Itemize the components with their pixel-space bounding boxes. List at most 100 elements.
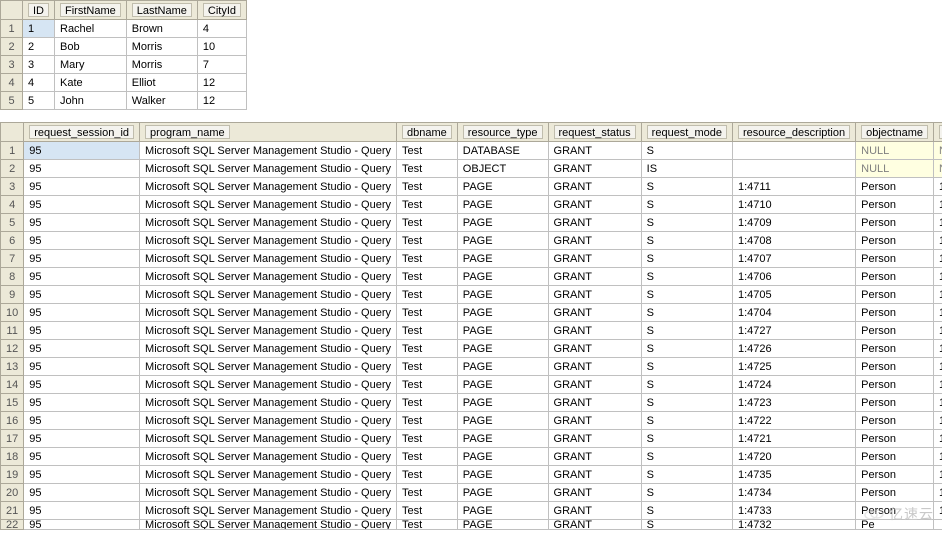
cell-request_session_id[interactable]: 95 bbox=[24, 394, 140, 412]
cell-request_mode[interactable]: S bbox=[641, 484, 732, 502]
table-row[interactable]: 1095Microsoft SQL Server Management Stud… bbox=[1, 304, 942, 322]
cell-request_status[interactable]: GRANT bbox=[548, 304, 641, 322]
cell-objectname[interactable]: Person bbox=[856, 358, 934, 376]
cell-request_session_id[interactable]: 95 bbox=[24, 178, 140, 196]
cell-resource_type[interactable]: PAGE bbox=[457, 430, 548, 448]
cell-program_name[interactable]: Microsoft SQL Server Management Studio -… bbox=[140, 214, 397, 232]
cell-dbname[interactable]: Test bbox=[397, 178, 458, 196]
cell-FirstName[interactable]: Bob bbox=[55, 38, 127, 56]
cell-resource_type[interactable]: PAGE bbox=[457, 394, 548, 412]
cell-ID[interactable]: 4 bbox=[23, 74, 55, 92]
row-header[interactable]: 20 bbox=[1, 484, 24, 502]
table-row[interactable]: 595Microsoft SQL Server Management Studi… bbox=[1, 214, 942, 232]
cell-request_status[interactable]: GRANT bbox=[548, 178, 641, 196]
row-header[interactable]: 1 bbox=[1, 142, 24, 160]
cell-request_status[interactable]: GRANT bbox=[548, 340, 641, 358]
cell-CityId[interactable]: 10 bbox=[197, 38, 246, 56]
cell-resource_description[interactable]: 1:4734 bbox=[733, 484, 856, 502]
cell-LastName[interactable]: Brown bbox=[126, 20, 197, 38]
cell-objectname[interactable]: Person bbox=[856, 466, 934, 484]
cell-CityId[interactable]: 12 bbox=[197, 74, 246, 92]
cell-index_id[interactable]: 1 bbox=[934, 286, 942, 304]
cell-LastName[interactable]: Elliot bbox=[126, 74, 197, 92]
cell-request_mode[interactable]: S bbox=[641, 304, 732, 322]
cell-ID[interactable]: 1 bbox=[23, 20, 55, 38]
column-header-CityId[interactable]: CityId bbox=[197, 1, 246, 20]
cell-resource_description[interactable]: 1:4721 bbox=[733, 430, 856, 448]
cell-request_mode[interactable]: IS bbox=[641, 160, 732, 178]
table-row[interactable]: 495Microsoft SQL Server Management Studi… bbox=[1, 196, 942, 214]
cell-program_name[interactable]: Microsoft SQL Server Management Studio -… bbox=[140, 160, 397, 178]
cell-index_id[interactable]: NULL bbox=[934, 160, 942, 178]
cell-request_session_id[interactable]: 95 bbox=[24, 232, 140, 250]
table-row[interactable]: 2295Microsoft SQL Server Management Stud… bbox=[1, 520, 942, 530]
cell-request_status[interactable]: GRANT bbox=[548, 520, 641, 530]
cell-dbname[interactable]: Test bbox=[397, 466, 458, 484]
row-header[interactable]: 12 bbox=[1, 340, 24, 358]
cell-request_mode[interactable]: S bbox=[641, 142, 732, 160]
cell-program_name[interactable]: Microsoft SQL Server Management Studio -… bbox=[140, 358, 397, 376]
cell-program_name[interactable]: Microsoft SQL Server Management Studio -… bbox=[140, 286, 397, 304]
cell-program_name[interactable]: Microsoft SQL Server Management Studio -… bbox=[140, 196, 397, 214]
cell-request_mode[interactable]: S bbox=[641, 466, 732, 484]
cell-request_session_id[interactable]: 95 bbox=[24, 466, 140, 484]
cell-CityId[interactable]: 12 bbox=[197, 92, 246, 110]
row-header[interactable]: 19 bbox=[1, 466, 24, 484]
cell-dbname[interactable]: Test bbox=[397, 286, 458, 304]
cell-objectname[interactable]: Person bbox=[856, 502, 934, 520]
cell-objectname[interactable]: Person bbox=[856, 322, 934, 340]
cell-request_session_id[interactable]: 95 bbox=[24, 142, 140, 160]
cell-request_session_id[interactable]: 95 bbox=[24, 502, 140, 520]
cell-objectname[interactable]: Person bbox=[856, 232, 934, 250]
table-row[interactable]: 1295Microsoft SQL Server Management Stud… bbox=[1, 340, 942, 358]
cell-request_session_id[interactable]: 95 bbox=[24, 340, 140, 358]
cell-request_mode[interactable]: S bbox=[641, 412, 732, 430]
cell-request_session_id[interactable]: 95 bbox=[24, 196, 140, 214]
cell-request_status[interactable]: GRANT bbox=[548, 502, 641, 520]
table-row[interactable]: 2095Microsoft SQL Server Management Stud… bbox=[1, 484, 942, 502]
cell-program_name[interactable]: Microsoft SQL Server Management Studio -… bbox=[140, 412, 397, 430]
cell-request_mode[interactable]: S bbox=[641, 232, 732, 250]
cell-index_id[interactable]: 1 bbox=[934, 466, 942, 484]
cell-request_status[interactable]: GRANT bbox=[548, 268, 641, 286]
cell-request_status[interactable]: GRANT bbox=[548, 142, 641, 160]
cell-index_id[interactable] bbox=[934, 520, 942, 530]
row-header[interactable]: 2 bbox=[1, 160, 24, 178]
cell-request_mode[interactable]: S bbox=[641, 430, 732, 448]
column-header-request_session_id[interactable]: request_session_id bbox=[24, 123, 140, 142]
cell-program_name[interactable]: Microsoft SQL Server Management Studio -… bbox=[140, 448, 397, 466]
cell-request_status[interactable]: GRANT bbox=[548, 196, 641, 214]
cell-LastName[interactable]: Morris bbox=[126, 38, 197, 56]
cell-resource_type[interactable]: OBJECT bbox=[457, 160, 548, 178]
cell-request_mode[interactable]: S bbox=[641, 502, 732, 520]
table-row[interactable]: 295Microsoft SQL Server Management Studi… bbox=[1, 160, 942, 178]
cell-resource_description[interactable]: 1:4720 bbox=[733, 448, 856, 466]
cell-request_mode[interactable]: S bbox=[641, 286, 732, 304]
cell-program_name[interactable]: Microsoft SQL Server Management Studio -… bbox=[140, 520, 397, 530]
cell-resource_type[interactable]: PAGE bbox=[457, 304, 548, 322]
table-row[interactable]: 55JohnWalker12 bbox=[1, 92, 247, 110]
cell-request_status[interactable]: GRANT bbox=[548, 394, 641, 412]
row-header[interactable]: 4 bbox=[1, 196, 24, 214]
cell-index_id[interactable]: 1 bbox=[934, 376, 942, 394]
row-header[interactable]: 18 bbox=[1, 448, 24, 466]
column-header-ID[interactable]: ID bbox=[23, 1, 55, 20]
cell-LastName[interactable]: Walker bbox=[126, 92, 197, 110]
cell-FirstName[interactable]: Mary bbox=[55, 56, 127, 74]
cell-resource_type[interactable]: PAGE bbox=[457, 322, 548, 340]
cell-program_name[interactable]: Microsoft SQL Server Management Studio -… bbox=[140, 466, 397, 484]
cell-dbname[interactable]: Test bbox=[397, 322, 458, 340]
cell-resource_type[interactable]: PAGE bbox=[457, 466, 548, 484]
column-header-resource_description[interactable]: resource_description bbox=[733, 123, 856, 142]
cell-resource_type[interactable]: PAGE bbox=[457, 520, 548, 530]
cell-dbname[interactable]: Test bbox=[397, 340, 458, 358]
row-header[interactable]: 22 bbox=[1, 520, 24, 530]
cell-resource_description[interactable]: 1:4708 bbox=[733, 232, 856, 250]
cell-resource_description[interactable]: 1:4735 bbox=[733, 466, 856, 484]
cell-request_mode[interactable]: S bbox=[641, 196, 732, 214]
cell-request_status[interactable]: GRANT bbox=[548, 250, 641, 268]
cell-request_session_id[interactable]: 95 bbox=[24, 214, 140, 232]
cell-index_id[interactable]: 1 bbox=[934, 502, 942, 520]
cell-program_name[interactable]: Microsoft SQL Server Management Studio -… bbox=[140, 430, 397, 448]
row-header[interactable]: 2 bbox=[1, 38, 23, 56]
